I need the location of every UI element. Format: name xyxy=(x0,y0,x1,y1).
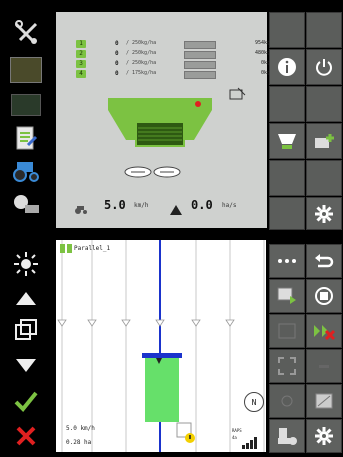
hopper-fill-icon xyxy=(278,134,296,149)
info-button[interactable] xyxy=(269,49,305,85)
metering-bar xyxy=(184,61,216,69)
empty-button[interactable] xyxy=(269,86,305,122)
layers-icon xyxy=(277,287,296,304)
power-button[interactable] xyxy=(306,49,342,85)
hopper-icon xyxy=(104,98,216,162)
ellipsis-icon xyxy=(278,259,296,263)
confirm-check-icon[interactable] xyxy=(6,383,46,419)
metering-panel: 1 0 / 250kg/ha 954kg 2 0 / 250kg/ha 480k… xyxy=(56,12,270,228)
metering-weight: 954kg xyxy=(254,40,270,46)
rate-value: 0.0 xyxy=(191,198,213,212)
signal-icon xyxy=(242,434,258,452)
return-icon xyxy=(315,254,334,268)
gps-label: RAPS xyxy=(232,428,242,433)
warning-icon[interactable] xyxy=(176,422,198,448)
rate-unit: ha/s xyxy=(222,202,237,209)
empty-button[interactable] xyxy=(269,12,305,48)
metering-rollers-icon xyxy=(123,164,183,183)
metering-value: 0 xyxy=(115,40,119,47)
cancel-x-icon[interactable] xyxy=(6,418,46,454)
rate-icon xyxy=(170,200,182,219)
parallel-icon xyxy=(60,244,72,253)
metering-value: 0 xyxy=(115,60,119,67)
back-button[interactable] xyxy=(306,244,342,278)
metering-number: 2 xyxy=(76,50,86,58)
zoom-extent-icon xyxy=(278,357,296,375)
tools-icon[interactable] xyxy=(6,14,46,50)
metering-weight: 0kg xyxy=(260,60,270,66)
map-view-icon xyxy=(315,393,333,409)
dim-icon xyxy=(281,395,293,407)
boundary-delete-button[interactable] xyxy=(306,314,342,348)
metering-number: 4 xyxy=(76,70,86,78)
area-readout: 0.28 ha xyxy=(66,439,92,446)
empty-button[interactable] xyxy=(306,86,342,122)
metering-bar xyxy=(184,51,216,59)
hopper-settings-icon[interactable] xyxy=(229,86,247,105)
metering-target: / 175kg/ha xyxy=(126,70,157,76)
metering-value: 0 xyxy=(115,50,119,57)
metering-bar xyxy=(184,41,216,49)
metering-number: 3 xyxy=(76,60,86,68)
record-icon xyxy=(315,287,333,305)
metering-target: / 250kg/ha xyxy=(126,60,157,66)
map-view-button[interactable] xyxy=(306,384,342,418)
settings-button-2[interactable] xyxy=(306,419,342,453)
brightness-icon[interactable] xyxy=(6,246,46,282)
speed-readout: 5.0 km/h xyxy=(66,425,95,432)
checklist-icon[interactable] xyxy=(6,120,46,156)
seeder-icon[interactable] xyxy=(6,52,46,88)
power-icon xyxy=(316,59,332,76)
boundary-delete-icon xyxy=(314,325,336,341)
speed-unit: km/h xyxy=(134,202,149,209)
disabled-button[interactable] xyxy=(306,349,342,383)
map-lines xyxy=(57,240,265,452)
implement-settings-icon xyxy=(278,428,297,445)
empty-button[interactable] xyxy=(269,160,305,196)
empty-button[interactable] xyxy=(306,160,342,196)
grid-icon xyxy=(278,323,296,339)
window-switch-icon[interactable] xyxy=(6,312,46,348)
add-product-icon xyxy=(315,134,334,148)
metering-number: 1 xyxy=(76,40,86,48)
metering-target: / 250kg/ha xyxy=(126,40,157,46)
info-icon xyxy=(278,58,296,76)
zoom-extent-button[interactable] xyxy=(269,349,305,383)
implement-settings-button[interactable] xyxy=(269,419,305,453)
hopper-fill-button[interactable] xyxy=(269,123,305,159)
empty-button[interactable] xyxy=(306,12,342,48)
disabled-button[interactable] xyxy=(269,314,305,348)
metering-weight: 480kg xyxy=(254,50,270,56)
gear-icon xyxy=(315,427,333,445)
add-product-button[interactable] xyxy=(306,123,342,159)
metering-target: / 250kg/ha xyxy=(126,50,157,56)
disabled-button[interactable] xyxy=(269,384,305,418)
speed-icon xyxy=(74,200,88,219)
guidance-map[interactable]: Parallel_1 N 5.0 km/h 0.28 ha RAPS 4a xyxy=(56,240,266,452)
dim-icon xyxy=(319,365,329,368)
layers-button[interactable] xyxy=(269,279,305,313)
settings-button[interactable] xyxy=(306,197,342,230)
more-button[interactable] xyxy=(269,244,305,278)
arrow-down-icon[interactable] xyxy=(6,348,46,384)
field-name: Parallel_1 xyxy=(74,245,111,252)
device-settings-icon[interactable] xyxy=(6,186,46,222)
tractor-icon[interactable] xyxy=(6,152,46,188)
arrow-up-icon[interactable] xyxy=(6,280,46,316)
empty-button[interactable] xyxy=(269,197,305,230)
record-button[interactable] xyxy=(306,279,342,313)
compass-icon[interactable]: N xyxy=(244,392,264,412)
gps-sub: 4a xyxy=(232,435,237,440)
metering-bar xyxy=(184,71,216,79)
metering-value: 0 xyxy=(115,70,119,77)
gear-icon xyxy=(315,204,333,223)
field-indicator: Parallel_1 xyxy=(60,244,110,253)
speed-value: 5.0 xyxy=(104,198,126,212)
metering-weight: 0kg xyxy=(260,70,270,76)
monitor-icon[interactable] xyxy=(6,87,46,123)
